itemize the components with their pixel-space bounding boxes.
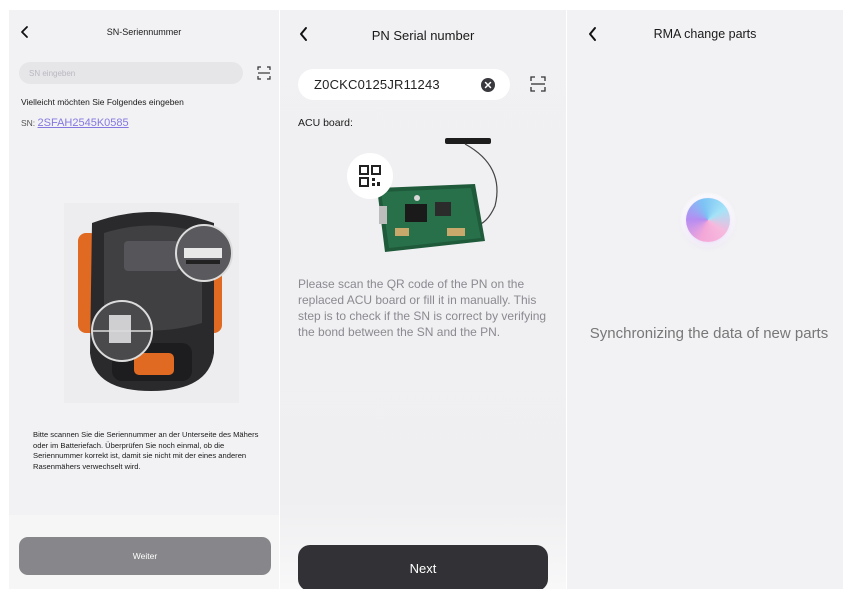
mower-underside-image [64,203,239,403]
sn-suggestion-row: SN: 2SFAH2545K0585 [21,117,129,129]
loading-orb [686,198,730,242]
instructions-text: Please scan the QR code of the PN on the… [298,277,547,339]
acu-board-image [335,136,525,266]
pn-screen: PN Serial number Z0CKC0125JR11243 ACU bo… [280,10,566,589]
scan-icon[interactable] [257,66,271,85]
board-label: ACU board: [298,117,353,129]
next-button[interactable]: Next [298,545,548,589]
weiter-button[interactable]: Weiter [19,537,271,575]
instructions-text: Bitte scannen Sie die Seriennummer an de… [33,430,259,471]
scan-icon[interactable] [530,76,546,97]
sn-prefix: SN: [21,118,38,128]
rma-screen: RMA change parts Synchronizing the data … [567,10,843,589]
sn-screen: SN-Seriennummer Vielleicht möchten Sie F… [9,10,279,589]
suggestion-text: Vielleicht möchten Sie Folgendes eingebe… [21,97,184,107]
page-title: PN Serial number [371,28,475,43]
sync-status-text: Synchronizing the data of new parts [589,325,829,342]
sn-suggestion-link[interactable]: 2SFAH2545K0585 [38,117,129,129]
page-title: SN-Seriennummer [106,27,182,37]
loading-orb-icon [680,192,736,248]
pn-input[interactable]: Z0CKC0125JR11243 [298,69,510,100]
pn-input-value: Z0CKC0125JR11243 [314,77,440,92]
page-title: RMA change parts [653,27,757,41]
clear-icon[interactable] [481,78,495,92]
sn-input[interactable] [19,62,243,84]
